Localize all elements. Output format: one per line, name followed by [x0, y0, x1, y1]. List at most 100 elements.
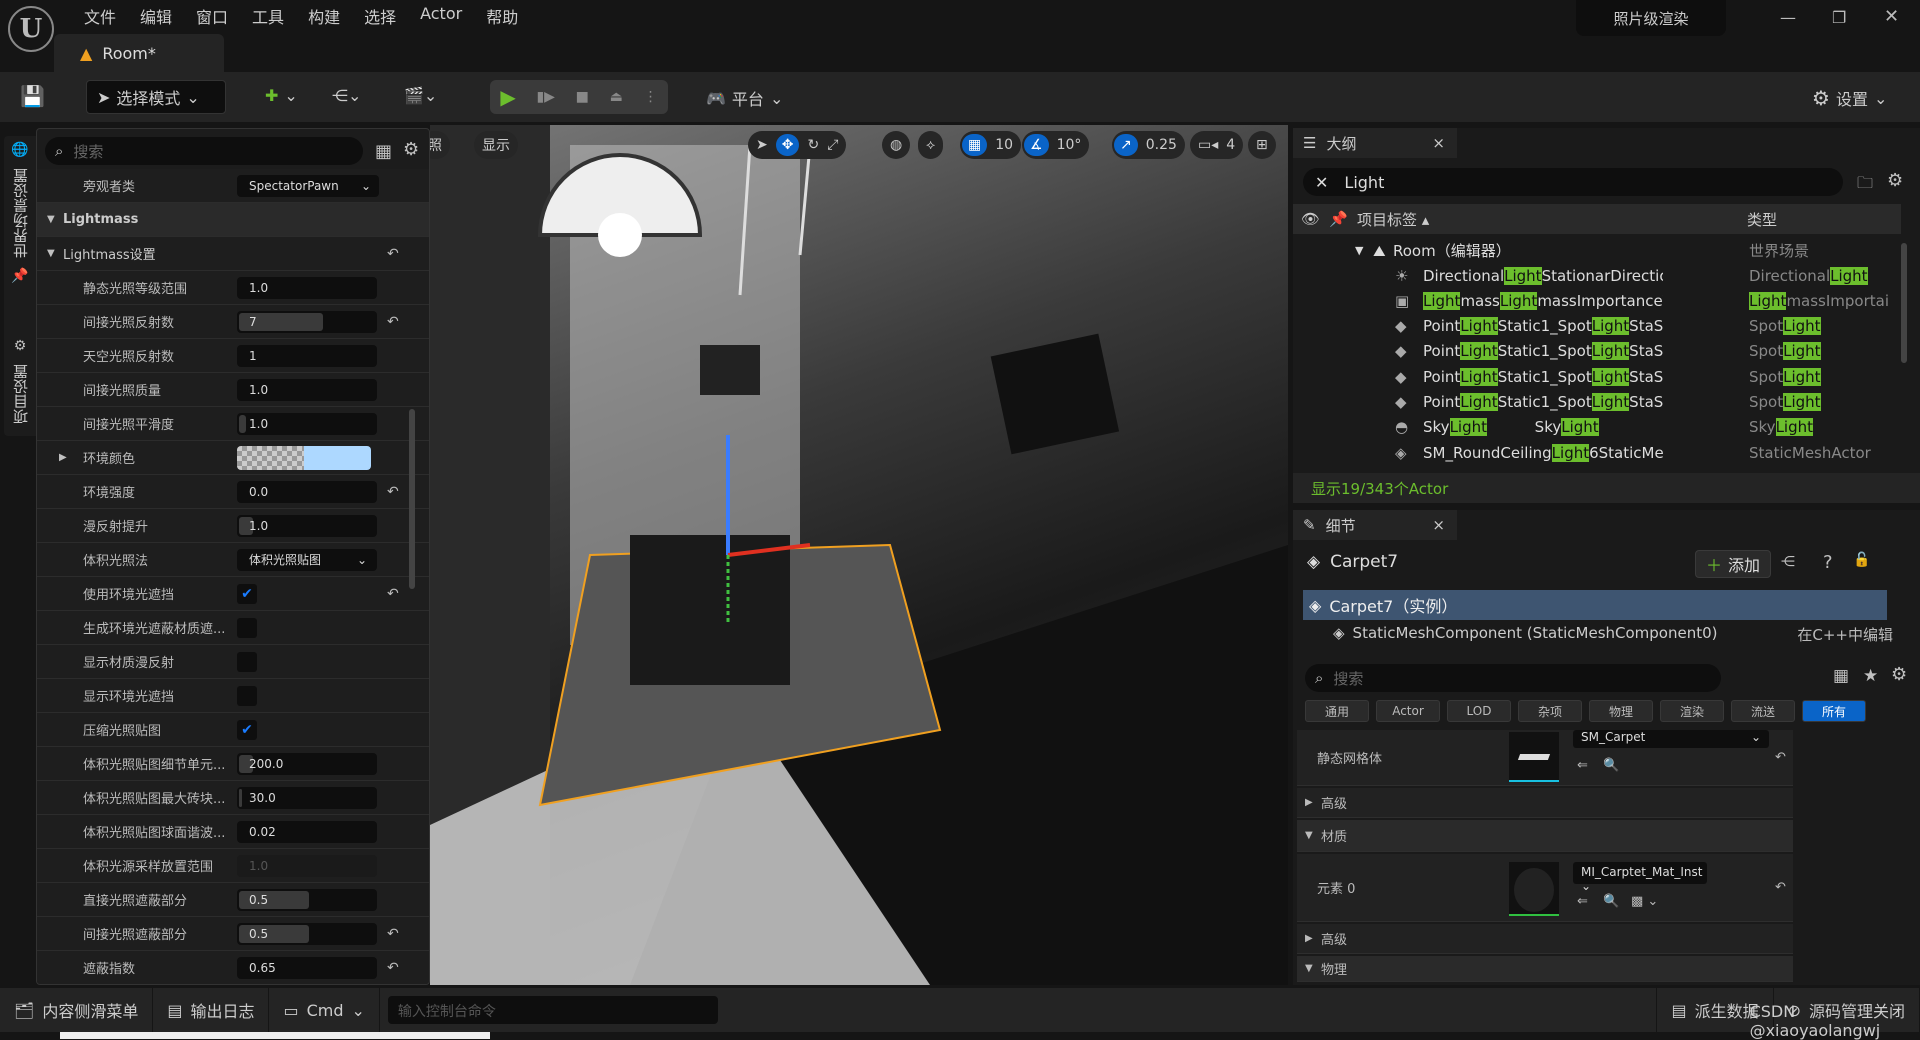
filter-tab[interactable]: Actor — [1376, 700, 1440, 722]
section-lightmass-settings[interactable]: ▼ Lightmass设置 ↶ — [37, 237, 429, 271]
property-input[interactable]: 0.5 — [237, 922, 377, 945]
blueprint-icon[interactable]: ⋲ — [1781, 554, 1795, 570]
add-actor-button[interactable]: ✚ ⌄ — [265, 86, 298, 105]
pin-icon[interactable]: 📌 — [11, 268, 28, 284]
property-input[interactable]: 30.0 — [237, 786, 377, 809]
minimize-button[interactable]: — — [1780, 8, 1796, 27]
reset-icon[interactable]: ↶ — [387, 960, 399, 976]
rotation-snap[interactable]: ∡ 10° — [1022, 131, 1090, 159]
expand-arrow-icon[interactable]: ▶ — [59, 452, 67, 463]
filter-tab[interactable]: 物理 — [1589, 700, 1653, 722]
menu-item[interactable]: 帮助 — [486, 4, 518, 28]
source-control-button[interactable]: ⊘ 源码管理关闭 CSDN @xiaoyaolangwj — [1750, 988, 1920, 1040]
reset-icon[interactable]: ↶ — [387, 246, 399, 262]
help-icon[interactable]: ? — [1823, 552, 1833, 573]
browse-icon[interactable]: 🔍 — [1603, 894, 1619, 909]
grid-snap[interactable]: ▦ 10 — [960, 131, 1022, 159]
layout-button[interactable]: ⊞ — [1248, 131, 1276, 159]
gear-icon[interactable]: ⚙ — [1891, 664, 1907, 685]
filter-tab[interactable]: LOD — [1447, 700, 1511, 722]
column-type[interactable]: 类型 — [1747, 209, 1777, 230]
reset-icon[interactable]: ↶ — [1775, 750, 1786, 765]
world-local-toggle[interactable]: ◍ — [882, 131, 911, 159]
property-input[interactable]: 0.0 — [237, 480, 377, 503]
details-search-input[interactable]: ⌕ 搜索 — [1305, 664, 1721, 692]
gear-icon[interactable]: ⚙ — [1887, 170, 1903, 191]
property-input[interactable]: 0.65 — [237, 956, 377, 979]
outliner-item[interactable]: ◆PointLightStatic1_SpotLightStaSpotLight… — [1293, 314, 1901, 339]
property-select[interactable]: 体积光照贴图 ⌄ — [237, 548, 377, 571]
tab-outliner[interactable]: ☰ 大纲 × — [1293, 128, 1457, 158]
stop-icon[interactable]: ■ — [576, 89, 589, 105]
property-checkbox[interactable] — [237, 651, 257, 672]
search-input[interactable]: ⌕ 搜索 — [45, 137, 363, 165]
static-mesh-component[interactable]: ◈ StaticMeshComponent (StaticMeshComponen… — [1333, 624, 1893, 645]
property-input[interactable]: 0.5 — [237, 888, 377, 911]
table-view-icon[interactable]: ▦ — [375, 141, 392, 162]
scale-tool-icon[interactable]: ⤢ — [827, 137, 838, 153]
section-lightmass[interactable]: ▼ Lightmass — [37, 203, 429, 237]
reset-icon[interactable]: ↶ — [387, 926, 399, 942]
unreal-logo[interactable]: U — [8, 6, 54, 52]
menu-item[interactable]: 编辑 — [140, 4, 172, 28]
play-icon[interactable]: ▶ — [500, 85, 515, 109]
color-swatch[interactable] — [237, 445, 371, 470]
table-view-icon[interactable]: ▦ — [1833, 666, 1849, 686]
console-input[interactable]: 输入控制台命令 — [387, 996, 718, 1024]
camera-speed[interactable]: ▭◂ 4 — [1190, 131, 1244, 159]
close-button[interactable]: ✕ — [1884, 6, 1899, 27]
tab-project-settings[interactable]: ⚙ 项目设置 — [4, 338, 36, 458]
outliner-item[interactable]: ◆PointLightStatic1_SpotLightStaSpotLight… — [1293, 390, 1901, 415]
component-instance[interactable]: ◈ Carpet7（实例） — [1303, 590, 1887, 620]
outliner-item[interactable]: ◆PointLightStatic1_SpotLightStaSpotLight… — [1293, 339, 1901, 364]
property-checkbox[interactable] — [237, 617, 257, 638]
static-mesh-select[interactable]: SM_Carpet ⌄ — [1573, 730, 1769, 748]
scrollbar[interactable] — [409, 409, 415, 589]
spectator-class-select[interactable]: SpectatorPawn ⌄ — [237, 174, 379, 197]
property-input[interactable]: 1.0 — [237, 514, 377, 537]
menu-item[interactable]: Actor — [420, 4, 462, 28]
property-input[interactable]: 1 — [237, 344, 377, 367]
tab-room[interactable]: ▲ Room* — [54, 34, 224, 72]
outliner-item[interactable]: ☀DirectionalLightStationarDirectionalLig… — [1293, 263, 1901, 288]
outliner-item[interactable]: ▣LightmassLightmassImportanceVolumeLight… — [1293, 288, 1901, 313]
select-mode-button[interactable]: ➤ 选择模式 ⌄ — [86, 80, 226, 114]
property-input[interactable]: 200.0 — [237, 752, 377, 775]
cinematics-button[interactable]: 🎬⌄ — [404, 86, 437, 105]
filter-tab[interactable]: 杂项 — [1518, 700, 1582, 722]
property-checkbox[interactable] — [237, 685, 257, 706]
menu-item[interactable]: 工具 — [252, 4, 284, 28]
restore-button[interactable]: ❐ — [1832, 8, 1846, 27]
edit-cpp-link[interactable]: 在C++中编辑 — [1797, 624, 1893, 645]
advanced-section[interactable]: ▶ 高级 — [1297, 788, 1793, 818]
materials-section[interactable]: ▼ 材质 — [1297, 820, 1793, 852]
reset-icon[interactable]: ↶ — [387, 586, 399, 602]
lock-icon[interactable]: 🔓 — [1853, 552, 1870, 568]
property-input[interactable]: 0.02 — [237, 820, 377, 843]
more-icon[interactable]: ⋮ — [644, 89, 658, 105]
advanced-section[interactable]: ▶ 高级 — [1297, 924, 1793, 954]
menu-item[interactable]: 文件 — [84, 4, 116, 28]
checker-icon[interactable]: ▩ ⌄ — [1631, 894, 1658, 909]
outliner-item[interactable]: ◆PointLightStatic1_SpotLightStaSpotLight… — [1293, 364, 1901, 389]
filter-tab[interactable]: 所有 — [1802, 700, 1866, 722]
property-checkbox[interactable]: ✔ — [237, 583, 257, 604]
scale-snap[interactable]: ↗ 0.25 — [1112, 131, 1185, 159]
use-selected-icon[interactable]: ⇐ — [1577, 758, 1588, 773]
move-tool-icon[interactable]: ✥ — [775, 134, 800, 156]
property-input[interactable]: 1.0 — [237, 378, 377, 401]
close-icon[interactable]: × — [1432, 516, 1445, 534]
property-input[interactable]: 1.0 — [237, 276, 377, 299]
property-input[interactable]: 1.0 — [237, 412, 377, 435]
filter-tab[interactable]: 渲染 — [1660, 700, 1724, 722]
visibility-icon[interactable]: 👁 — [1301, 210, 1320, 228]
close-icon[interactable]: × — [1432, 134, 1445, 152]
platform-button[interactable]: 🎮 平台 ⌄ — [706, 86, 783, 110]
level-viewport[interactable]: 照 显示 ➤ ✥ ↻ ⤢ ◍ ⟡ ▦ 10 ∡ 10° ↗ 0.25 ▭◂ 4 ⊞ — [430, 125, 1288, 985]
menu-item[interactable]: 窗口 — [196, 4, 228, 28]
pin-icon[interactable]: 📌 — [1329, 210, 1348, 228]
output-log-button[interactable]: ▤ 输出日志 — [153, 988, 270, 1032]
show-button[interactable]: 显示 — [474, 131, 518, 159]
add-component-button[interactable]: ＋添加 — [1695, 550, 1771, 578]
save-icon[interactable]: 💾 — [20, 84, 45, 108]
